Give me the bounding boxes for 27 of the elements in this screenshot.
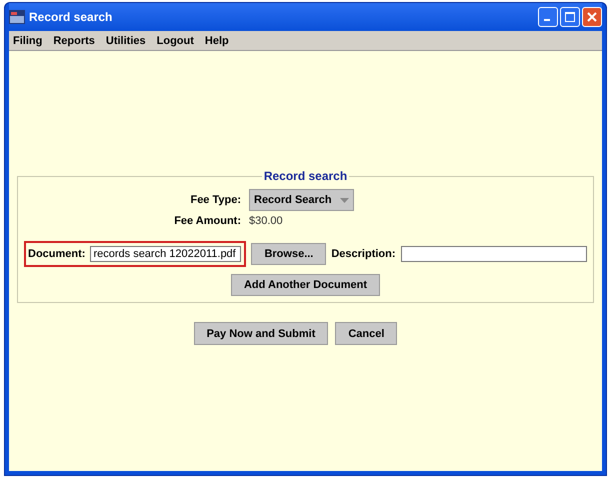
form-legend: Record search — [262, 169, 350, 183]
submit-button[interactable]: Pay Now and Submit — [194, 322, 328, 345]
document-label: Document: — [28, 248, 86, 260]
menu-item[interactable]: Help — [204, 34, 229, 46]
minimize-icon — [544, 19, 550, 21]
maximize-icon — [565, 12, 575, 22]
cancel-button[interactable]: Cancel — [335, 322, 398, 345]
maximize-button[interactable] — [560, 7, 580, 27]
fee-type-dropdown[interactable]: Record Search — [249, 189, 354, 211]
menu-item[interactable]: Utilities — [106, 34, 146, 46]
app-icon — [9, 10, 25, 24]
browse-button[interactable]: Browse... — [251, 243, 326, 265]
caret-icon — [340, 198, 349, 202]
fee-amount-label: Fee Amount: — [173, 215, 241, 227]
description-label: Description: — [331, 248, 396, 260]
menu-item[interactable]: Logout — [156, 34, 194, 46]
menu-item[interactable]: Reports — [53, 34, 95, 46]
minimize-button[interactable] — [538, 7, 558, 27]
fee-type-label: Fee Type: — [189, 194, 241, 206]
description-field[interactable] — [400, 246, 587, 262]
fee-amount-value: $30.00 — [249, 215, 284, 227]
close-icon — [587, 12, 597, 22]
close-button[interactable] — [582, 7, 602, 27]
menu-item[interactable]: Filing — [13, 34, 42, 46]
window-title: Record search — [29, 10, 112, 24]
add-document-button[interactable]: Add Another Document — [230, 274, 380, 296]
document-field[interactable]: records search 12022011.pdf — [90, 246, 242, 262]
